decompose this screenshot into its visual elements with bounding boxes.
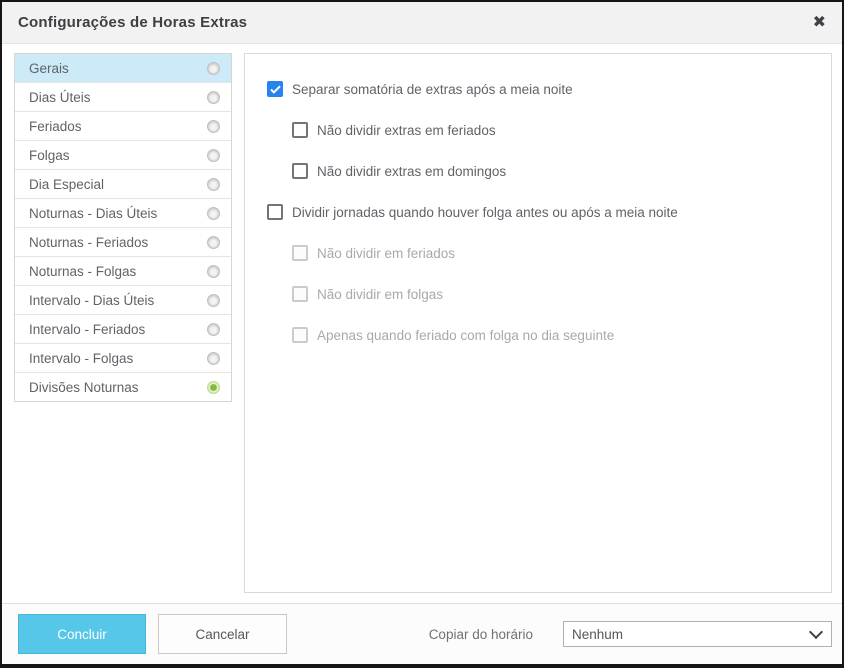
copy-schedule-label: Copiar do horário bbox=[429, 627, 533, 642]
checkbox[interactable] bbox=[292, 245, 308, 261]
copy-schedule-select-wrap: Nenhum bbox=[563, 621, 832, 647]
sidebar-item-label: Dia Especial bbox=[29, 177, 104, 192]
status-radio-icon bbox=[207, 236, 220, 249]
status-radio-icon bbox=[207, 149, 220, 162]
status-radio-icon bbox=[207, 62, 220, 75]
sidebar-item-intervalo-dias-uteis[interactable]: Intervalo - Dias Úteis bbox=[15, 286, 231, 315]
sidebar-item-label: Noturnas - Feriados bbox=[29, 235, 148, 250]
sidebar-item-noturnas-dias-uteis[interactable]: Noturnas - Dias Úteis bbox=[15, 199, 231, 228]
checkbox-label: Apenas quando feriado com folga no dia s… bbox=[317, 328, 614, 343]
sidebar-item-gerais[interactable]: Gerais bbox=[15, 54, 231, 83]
checkbox[interactable] bbox=[267, 204, 283, 220]
checkbox-row-apenas-quando-feriado-com[interactable]: Apenas quando feriado com folga no dia s… bbox=[292, 326, 811, 344]
checkbox[interactable] bbox=[292, 163, 308, 179]
status-radio-icon bbox=[207, 381, 220, 394]
status-radio-icon bbox=[207, 265, 220, 278]
dialog-body: Gerais Dias Úteis Feriados Folgas Dia Es… bbox=[2, 44, 842, 603]
checkbox-label: Não dividir em folgas bbox=[317, 287, 443, 302]
checkbox[interactable] bbox=[292, 122, 308, 138]
sidebar-item-label: Dias Úteis bbox=[29, 90, 91, 105]
status-radio-icon bbox=[207, 178, 220, 191]
checkbox-row-nao-dividir-extras-em[interactable]: Não dividir extras em feriados bbox=[292, 121, 811, 139]
titlebar: Configurações de Horas Extras ✖ bbox=[2, 2, 842, 44]
dialog-title: Configurações de Horas Extras bbox=[18, 14, 247, 31]
checkbox-label: Não dividir em feriados bbox=[317, 246, 455, 261]
settings-panel: Separar somatória de extras após a meia … bbox=[244, 53, 832, 593]
sidebar-item-label: Feriados bbox=[29, 119, 82, 134]
cancel-button[interactable]: Cancelar bbox=[158, 614, 287, 654]
checkbox[interactable] bbox=[267, 81, 283, 97]
sidebar-item-intervalo-folgas[interactable]: Intervalo - Folgas bbox=[15, 344, 231, 373]
checkbox-row-nao-dividir-extras-em[interactable]: Não dividir extras em domingos bbox=[292, 162, 811, 180]
sidebar-item-label: Gerais bbox=[29, 61, 69, 76]
sidebar-item-label: Noturnas - Dias Úteis bbox=[29, 206, 157, 221]
close-icon[interactable]: ✖ bbox=[813, 15, 826, 31]
sidebar-item-divisoes-noturnas[interactable]: Divisões Noturnas bbox=[15, 373, 231, 401]
status-radio-icon bbox=[207, 294, 220, 307]
sidebar-item-label: Folgas bbox=[29, 148, 70, 163]
sidebar-list: Gerais Dias Úteis Feriados Folgas Dia Es… bbox=[14, 53, 232, 402]
checkbox-row-separar-somatoria-de-extras[interactable]: Separar somatória de extras após a meia … bbox=[267, 80, 811, 98]
checkbox-label: Não dividir extras em feriados bbox=[317, 123, 496, 138]
checkbox-label: Separar somatória de extras após a meia … bbox=[292, 82, 573, 97]
status-radio-icon bbox=[207, 352, 220, 365]
sidebar-item-label: Intervalo - Dias Úteis bbox=[29, 293, 154, 308]
checkbox[interactable] bbox=[292, 286, 308, 302]
status-radio-icon bbox=[207, 207, 220, 220]
sidebar-item-dias-uteis[interactable]: Dias Úteis bbox=[15, 83, 231, 112]
sidebar-item-noturnas-folgas[interactable]: Noturnas - Folgas bbox=[15, 257, 231, 286]
sidebar-item-label: Noturnas - Folgas bbox=[29, 264, 136, 279]
sidebar-item-dia-especial[interactable]: Dia Especial bbox=[15, 170, 231, 199]
sidebar-item-folgas[interactable]: Folgas bbox=[15, 141, 231, 170]
status-radio-icon bbox=[207, 120, 220, 133]
checkbox-row-nao-dividir-em-folgas[interactable]: Não dividir em folgas bbox=[292, 285, 811, 303]
checkbox-label: Dividir jornadas quando houver folga ant… bbox=[292, 205, 678, 220]
checkbox-label: Não dividir extras em domingos bbox=[317, 164, 506, 179]
sidebar-item-label: Intervalo - Folgas bbox=[29, 351, 133, 366]
copy-schedule-group: Copiar do horário Nenhum bbox=[429, 621, 832, 647]
sidebar-item-label: Divisões Noturnas bbox=[29, 380, 139, 395]
status-radio-icon bbox=[207, 323, 220, 336]
sidebar-item-noturnas-feriados[interactable]: Noturnas - Feriados bbox=[15, 228, 231, 257]
status-radio-icon bbox=[207, 91, 220, 104]
sidebar-item-intervalo-feriados[interactable]: Intervalo - Feriados bbox=[15, 315, 231, 344]
footer-bar: Concluir Cancelar Copiar do horário Nenh… bbox=[2, 603, 842, 664]
checkbox-row-nao-dividir-em-feriados[interactable]: Não dividir em feriados bbox=[292, 244, 811, 262]
sidebar-item-feriados[interactable]: Feriados bbox=[15, 112, 231, 141]
overtime-settings-dialog: Configurações de Horas Extras ✖ Gerais D… bbox=[0, 0, 844, 668]
copy-schedule-select[interactable]: Nenhum bbox=[563, 621, 832, 647]
sidebar-item-label: Intervalo - Feriados bbox=[29, 322, 145, 337]
check-icon bbox=[270, 85, 281, 94]
checkbox-row-dividir-jornadas-quando-houver[interactable]: Dividir jornadas quando houver folga ant… bbox=[267, 203, 811, 221]
confirm-button[interactable]: Concluir bbox=[18, 614, 146, 654]
checkbox[interactable] bbox=[292, 327, 308, 343]
